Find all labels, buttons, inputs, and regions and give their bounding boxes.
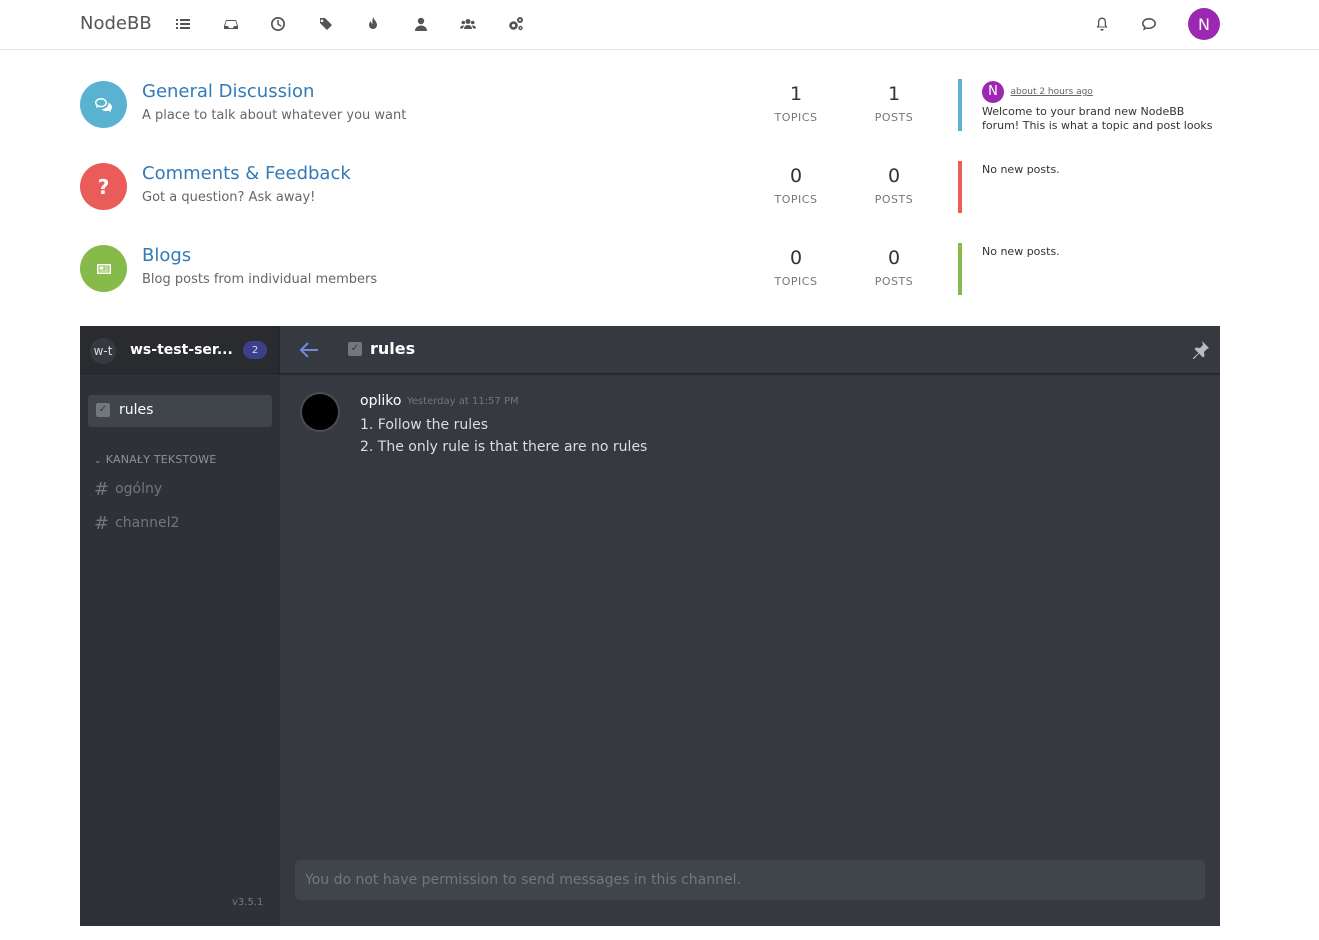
checkbox-channel-icon: ✓: [348, 342, 362, 356]
teaser-timestamp[interactable]: about 2 hours ago: [1011, 87, 1093, 97]
teaser: N about 2 hours ago Welcome to your bran…: [982, 81, 1220, 133]
popular-icon[interactable]: [363, 14, 383, 34]
unread-icon[interactable]: [221, 14, 241, 34]
topics-stat: 0 TOPICS: [756, 165, 836, 206]
topics-label: TOPICS: [774, 193, 818, 206]
server-avatar[interactable]: w-t: [90, 338, 116, 364]
newspaper-icon[interactable]: [80, 245, 127, 292]
chevron-down-icon: ⌄: [94, 456, 102, 466]
teaser: No new posts.: [982, 245, 1220, 259]
user-avatar[interactable]: N: [1188, 8, 1220, 40]
category-description: Got a question? Ask away!: [142, 190, 316, 205]
pin-icon[interactable]: [1190, 340, 1210, 360]
notifications-bell-icon[interactable]: [1092, 14, 1112, 34]
posts-stat: 0 POSTS: [854, 247, 934, 288]
category-comments-feedback: ? Comments & Feedback Got a question? As…: [80, 161, 1220, 223]
topics-stat: 0 TOPICS: [756, 247, 836, 288]
hash-icon: #: [94, 513, 110, 534]
posts-count: 0: [887, 247, 901, 269]
message-input-placeholder: You do not have permission to send messa…: [305, 872, 741, 888]
topics-label: TOPICS: [774, 275, 818, 288]
teaser-color-bar: [958, 79, 962, 131]
category-blogs: Blogs Blog posts from individual members…: [80, 243, 1220, 305]
channel-item-ogolny[interactable]: # ogólny: [94, 479, 162, 500]
member-count-badge: 2: [243, 341, 267, 359]
channel-label: ogólny: [115, 481, 163, 497]
teaser-text: No new posts.: [982, 245, 1060, 258]
message-timestamp: Yesterday at 11:57 PM: [407, 396, 519, 407]
widget-sidebar: w-t ws-test-ser... 2 ✓ rules ⌄ KANAŁY TEK…: [80, 326, 280, 926]
admin-icon[interactable]: [506, 14, 526, 34]
category-description: A place to talk about whatever you want: [142, 108, 407, 123]
back-arrow-icon[interactable]: [296, 337, 322, 363]
comments-icon[interactable]: [80, 81, 127, 128]
channel-title: rules: [370, 339, 416, 358]
posts-stat: 1 POSTS: [854, 83, 934, 124]
category-general-discussion: General Discussion A place to talk about…: [80, 79, 1220, 141]
hash-icon: #: [94, 479, 110, 500]
teaser-text[interactable]: Welcome to your brand new NodeBB forum! …: [982, 105, 1220, 133]
channel-header: ✓ rules: [280, 326, 1220, 374]
top-navbar: NodeBB N: [0, 0, 1319, 50]
category-title[interactable]: General Discussion: [142, 81, 314, 102]
chat-icon[interactable]: [1139, 14, 1159, 34]
users-icon[interactable]: [411, 14, 431, 34]
teaser-color-bar: [958, 161, 962, 213]
channel-label: channel2: [115, 515, 180, 531]
posts-count: 1: [887, 83, 901, 105]
channel-item-channel2[interactable]: # channel2: [94, 513, 179, 534]
topics-stat: 1 TOPICS: [756, 83, 836, 124]
categories-icon[interactable]: [173, 14, 193, 34]
teaser-color-bar: [958, 243, 962, 295]
tags-icon[interactable]: [316, 14, 336, 34]
checkbox-channel-icon: ✓: [96, 403, 110, 417]
recent-icon[interactable]: [268, 14, 288, 34]
groups-icon[interactable]: [458, 14, 478, 34]
channel-label: rules: [119, 402, 154, 418]
server-name[interactable]: ws-test-ser...: [130, 342, 233, 358]
teaser-avatar[interactable]: N: [982, 81, 1004, 103]
message-line: 1. Follow the rules: [360, 417, 489, 433]
channel-category-label: KANAŁY TEKSTOWE: [105, 453, 217, 466]
channel-item-rules[interactable]: ✓ rules: [88, 395, 272, 427]
question-icon[interactable]: ?: [80, 163, 127, 210]
posts-label: POSTS: [874, 193, 914, 206]
topics-count: 0: [789, 247, 803, 269]
category-description: Blog posts from individual members: [142, 272, 378, 287]
message-input[interactable]: You do not have permission to send messa…: [295, 860, 1205, 900]
brand-logo[interactable]: NodeBB: [80, 13, 152, 34]
message-line: 2. The only rule is that there are no ru…: [360, 439, 648, 455]
channel-category[interactable]: ⌄ KANAŁY TEKSTOWE: [94, 453, 217, 466]
posts-label: POSTS: [874, 111, 914, 124]
version-label: v3.5.1: [232, 897, 264, 908]
posts-stat: 0 POSTS: [854, 165, 934, 206]
posts-count: 0: [887, 165, 901, 187]
message-author[interactable]: opliko: [360, 393, 401, 409]
topics-label: TOPICS: [774, 111, 818, 124]
teaser: No new posts.: [982, 163, 1220, 177]
server-header: w-t ws-test-ser... 2: [80, 326, 280, 374]
topics-count: 0: [789, 165, 803, 187]
discord-widget: w-t ws-test-ser... 2 ✓ rules ⌄ KANAŁY TEK…: [80, 326, 1220, 926]
message-avatar[interactable]: [300, 392, 340, 432]
posts-label: POSTS: [874, 275, 914, 288]
topics-count: 1: [789, 83, 803, 105]
teaser-text: No new posts.: [982, 163, 1060, 176]
category-title[interactable]: Blogs: [142, 245, 191, 266]
category-title[interactable]: Comments & Feedback: [142, 163, 351, 184]
